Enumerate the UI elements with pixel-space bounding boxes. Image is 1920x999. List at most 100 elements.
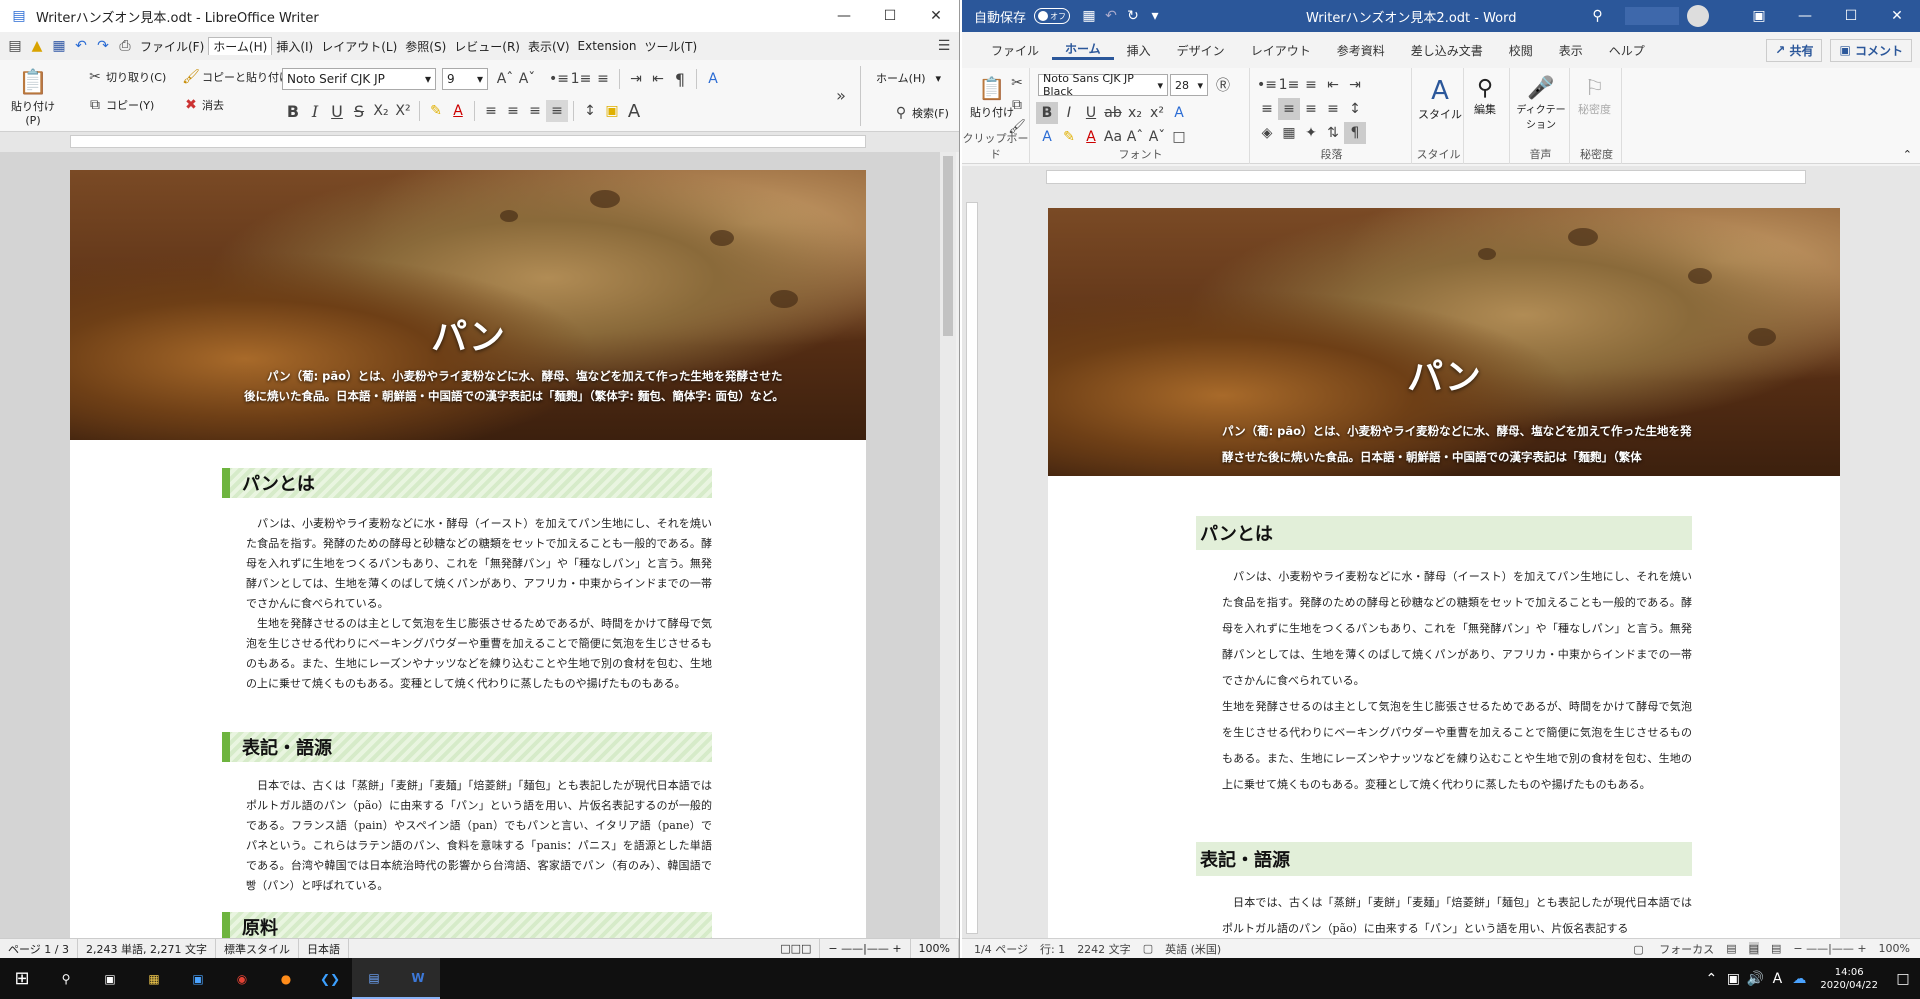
tab-mailings[interactable]: 差し込み文書 <box>1398 42 1496 59</box>
copy-icon[interactable]: ⧉ <box>1006 94 1028 116</box>
view-layout-icons[interactable]: □□□ <box>772 939 821 958</box>
change-case-icon[interactable]: Aa <box>1102 126 1124 148</box>
tab-home[interactable]: ホーム <box>1052 40 1114 60</box>
ime-indicator[interactable]: A <box>1766 968 1788 990</box>
menu-home[interactable]: ホーム(H) <box>208 37 273 55</box>
bold-icon[interactable]: B <box>1036 102 1058 124</box>
clear-format-button[interactable]: ✖ 消去 <box>180 94 224 116</box>
task-view-icon[interactable]: ▣ <box>88 958 132 999</box>
tab-design[interactable]: デザイン <box>1164 42 1238 59</box>
menu-references[interactable]: 参照(S) <box>401 38 450 55</box>
menu-insert[interactable]: 挿入(I) <box>272 38 317 55</box>
grow-font-icon[interactable]: Aˆ <box>1124 126 1146 148</box>
char-shading-icon[interactable]: □ <box>1168 126 1190 148</box>
proofing-icon[interactable]: ▢ <box>1143 942 1153 955</box>
dictate-button[interactable]: 🎤 ディクテーション <box>1514 76 1568 131</box>
print-layout-icon[interactable]: ▤ <box>1748 942 1759 955</box>
align-justify-icon[interactable]: ≡ <box>546 100 568 122</box>
store-icon[interactable]: ▣ <box>176 958 220 999</box>
onedrive-icon[interactable]: ☁ <box>1788 968 1810 990</box>
numbered-list-icon[interactable]: 1≡ <box>1278 74 1300 96</box>
zoom-slider[interactable]: − ——|—— + <box>1793 942 1866 955</box>
volume-icon[interactable]: 🔊 <box>1744 968 1766 990</box>
underline-icon[interactable]: U <box>326 100 348 122</box>
autosave-toggle[interactable]: オフ <box>1034 8 1071 24</box>
styles-button[interactable]: A スタイル <box>1418 76 1462 122</box>
text-effects-icon[interactable]: A <box>1168 102 1190 124</box>
zoom-slider[interactable]: − ——|—— + <box>820 939 911 958</box>
more-chevron-icon[interactable]: » <box>830 84 852 106</box>
superscript-icon[interactable]: X² <box>392 100 414 122</box>
page-count[interactable]: 1/4 ページ <box>974 941 1028 957</box>
ribbon-display-icon[interactable]: ▣ <box>1736 0 1782 32</box>
maximize-icon[interactable]: ☐ <box>867 0 913 32</box>
clear-format-icon[interactable]: Ⓡ <box>1212 74 1234 96</box>
subscript-icon[interactable]: x₂ <box>1124 102 1146 124</box>
search-icon[interactable]: ⚲ <box>44 958 88 999</box>
tab-view[interactable]: 表示 <box>1546 42 1596 59</box>
start-windows-icon[interactable]: ⊞ <box>0 958 44 999</box>
tab-layout[interactable]: レイアウト <box>1238 42 1324 59</box>
cut-icon[interactable]: ✂ <box>1006 72 1028 94</box>
clone-format-button[interactable]: 🖌 コピーと貼り付け <box>180 66 290 88</box>
font-size-combo[interactable]: 28 ▾ <box>1170 74 1208 96</box>
language[interactable]: 日本語 <box>299 939 349 958</box>
word-count[interactable]: 2,243 単語, 2,271 文字 <box>78 939 216 958</box>
bold-icon[interactable]: B <box>282 100 304 122</box>
lo-page[interactable]: パン パン（葡: pão）とは、小麦粉やライ麦粉などに水、酵母、塩などを加えて作… <box>70 170 866 958</box>
tab-file[interactable]: ファイル <box>978 42 1052 59</box>
account-name-box[interactable] <box>1624 7 1679 25</box>
shrink-font-icon[interactable]: Aˇ <box>516 68 538 90</box>
sensitivity-button[interactable]: ⚐ 秘密度 <box>1578 76 1611 117</box>
undo-icon[interactable]: ↶ <box>70 35 92 57</box>
menu-layout[interactable]: レイアウト(L) <box>317 38 401 55</box>
focus-button[interactable]: ▢ フォーカス <box>1621 941 1714 957</box>
cut-button[interactable]: ✂ 切り取り(C) <box>84 66 166 88</box>
highlight-icon[interactable]: ✎ <box>1058 126 1080 148</box>
superscript-icon[interactable]: x² <box>1146 102 1168 124</box>
align-center-icon[interactable]: ≡ <box>502 100 524 122</box>
menu-extension[interactable]: Extension <box>574 39 641 53</box>
line-spacing-icon[interactable]: ↕ <box>579 100 601 122</box>
libreoffice-writer-icon[interactable]: ▤ <box>352 958 396 999</box>
clock[interactable]: 14:06 2020/04/22 <box>1820 966 1878 992</box>
multilevel-list-icon[interactable]: ≡ <box>1300 74 1322 96</box>
search-icon[interactable]: ⚲ <box>1587 5 1609 27</box>
open-folder-icon[interactable]: ▲ <box>26 35 48 57</box>
close-icon[interactable]: ✕ <box>1874 0 1920 32</box>
indent-increase-icon[interactable]: ⇥ <box>625 68 647 90</box>
highlight-icon[interactable]: ✎ <box>425 100 447 122</box>
share-button[interactable]: ↗ 共有 <box>1766 38 1823 62</box>
save-icon[interactable]: ▦ <box>48 35 70 57</box>
indent-decrease-icon[interactable]: ⇤ <box>1322 74 1344 96</box>
bullet-list-icon[interactable]: •≡ <box>1256 74 1278 96</box>
numbered-list-icon[interactable]: 1≡ <box>570 68 592 90</box>
italic-icon[interactable]: I <box>304 100 326 122</box>
save-icon[interactable]: ▦ <box>1078 5 1100 27</box>
font-color-icon[interactable]: A <box>447 100 469 122</box>
find-button[interactable]: ⚲ 検索(F) <box>890 102 949 124</box>
minimize-icon[interactable]: — <box>1782 0 1828 32</box>
read-mode-icon[interactable]: ▤ <box>1726 942 1736 955</box>
chevron-up-icon[interactable]: ⌃ <box>1700 968 1722 990</box>
indent-increase-icon[interactable]: ⇥ <box>1344 74 1366 96</box>
line-spacing-icon[interactable]: ↕ <box>1344 98 1366 120</box>
paste-button[interactable]: 📋 貼り付け(P) <box>8 66 58 127</box>
underline-icon[interactable]: U <box>1080 102 1102 124</box>
menu-tools[interactable]: ツール(T) <box>640 38 701 55</box>
zoom-level[interactable]: 100% <box>911 939 959 958</box>
font-color-icon[interactable]: A <box>1080 126 1102 148</box>
comment-button[interactable]: ▣ コメント <box>1830 38 1912 62</box>
distribute-icon[interactable]: ≡ <box>1256 98 1278 120</box>
strikethrough-icon[interactable]: ab <box>1102 102 1124 124</box>
scroll-thumb[interactable] <box>943 156 953 336</box>
character-style-icon[interactable]: A <box>702 68 724 90</box>
language[interactable]: 英語 (米国) <box>1165 941 1221 957</box>
grow-font-icon[interactable]: Aˆ <box>494 68 516 90</box>
text-effects-icon[interactable]: A <box>1036 126 1058 148</box>
font-name-combo[interactable]: Noto Serif CJK JP ▾ <box>282 68 436 90</box>
notification-icon[interactable]: □ <box>1892 968 1914 990</box>
minimize-icon[interactable]: — <box>821 0 867 32</box>
char-count[interactable]: 2242 文字 <box>1077 941 1131 957</box>
subscript-icon[interactable]: X₂ <box>370 100 392 122</box>
